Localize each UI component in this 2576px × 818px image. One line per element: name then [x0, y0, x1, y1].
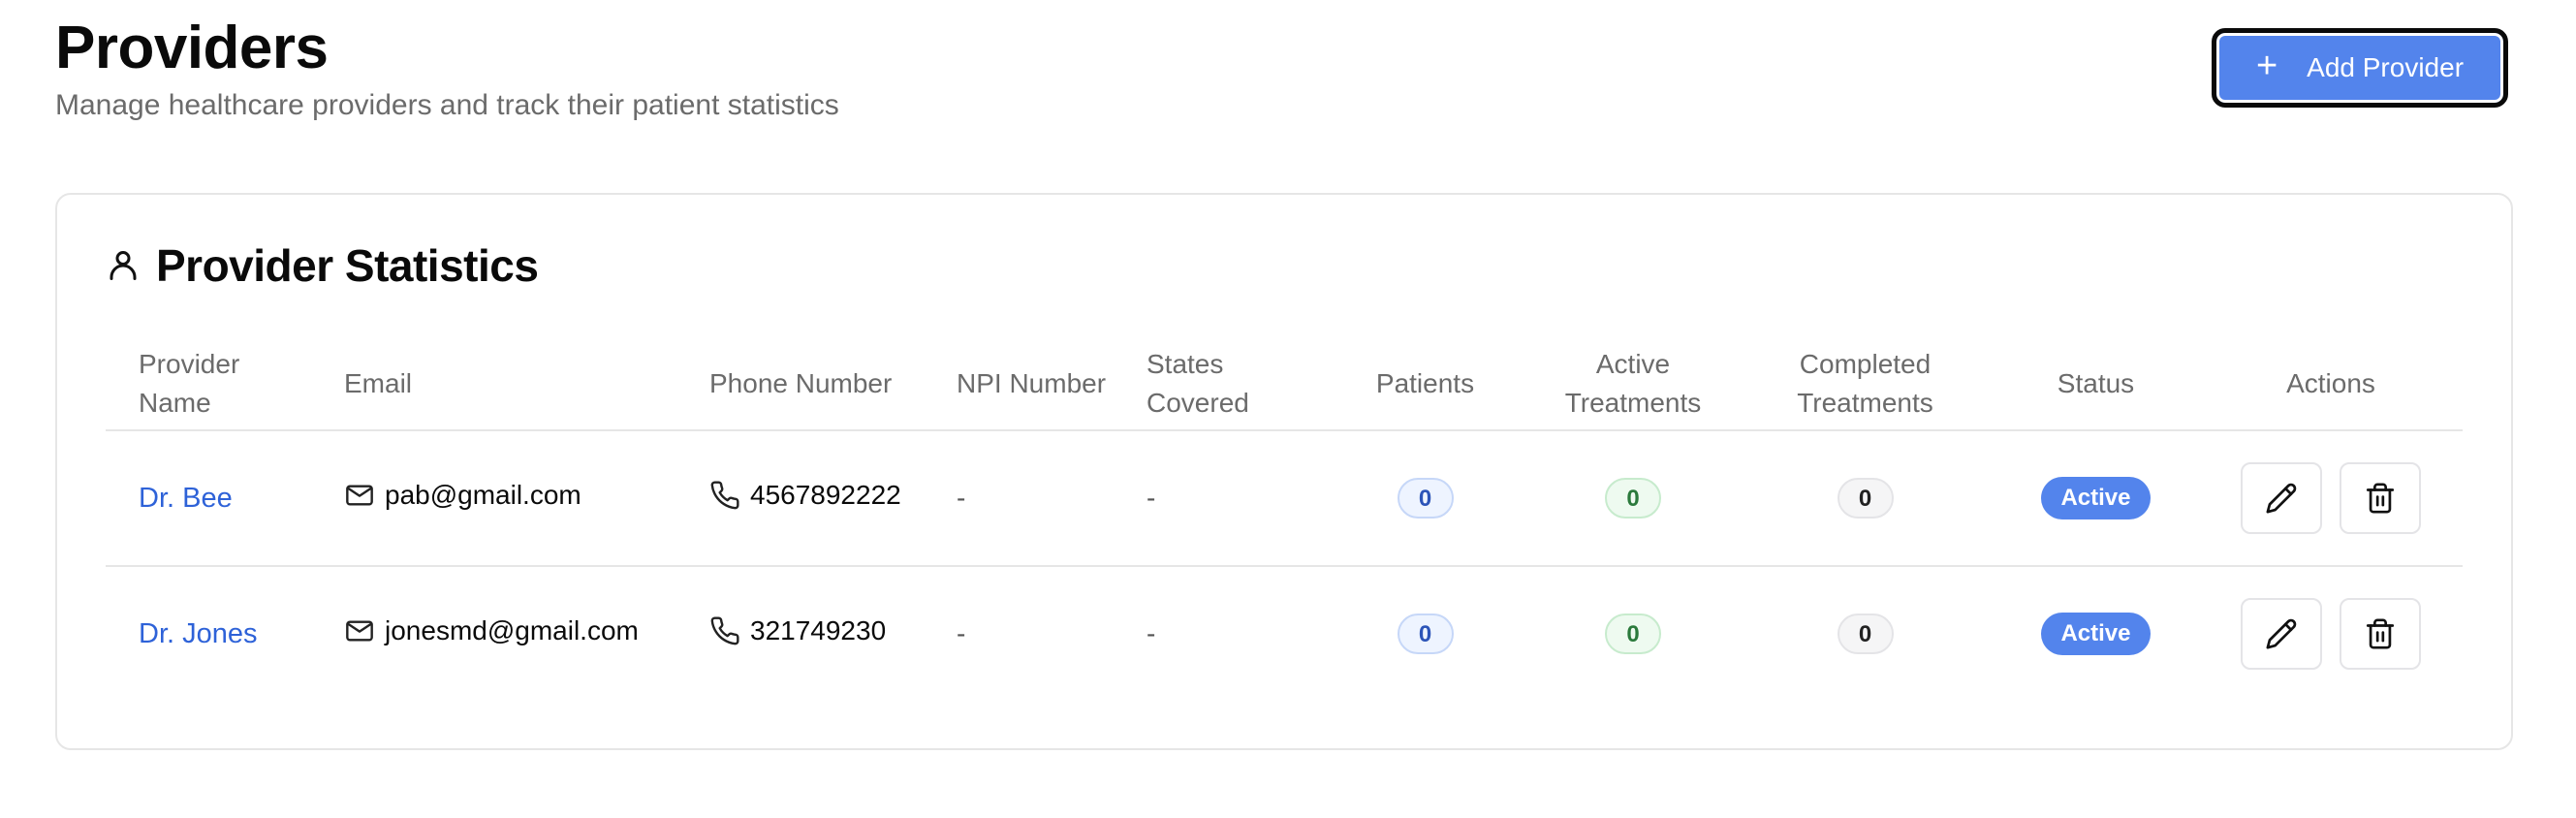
mail-icon [346, 619, 373, 642]
column-header-actions: Actions [2199, 338, 2463, 431]
phone-icon [710, 615, 739, 645]
trash-icon [2366, 618, 2395, 649]
column-header-phone: Phone Number [676, 338, 945, 431]
completed-treatments-badge: 0 [1837, 478, 1894, 519]
active-treatments-badge: 0 [1605, 478, 1661, 519]
provider-statistics-card: Provider Statistics Provider Name Email … [55, 193, 2513, 750]
column-header-completed-treatments: Completed Treatments [1738, 338, 1993, 431]
trash-icon [2366, 483, 2395, 514]
provider-phone: 4567892222 [750, 479, 901, 510]
card-header: Provider Statistics [106, 239, 539, 292]
mail-icon [346, 484, 373, 506]
page-title: Providers [55, 15, 329, 81]
provider-states: - [1135, 430, 1322, 567]
column-header-provider-name: Provider Name [106, 338, 311, 431]
provider-email: pab@gmail.com [385, 479, 581, 510]
column-header-active-treatments: Active Treatments [1528, 338, 1738, 431]
column-header-status: Status [1993, 338, 2199, 431]
delete-provider-button[interactable] [2340, 462, 2421, 534]
provider-email: jonesmd@gmail.com [385, 614, 639, 645]
column-header-npi: NPI Number [945, 338, 1135, 431]
provider-npi: - [945, 430, 1135, 567]
completed-treatments-badge: 0 [1837, 614, 1894, 654]
plus-icon: + [2255, 46, 2278, 86]
phone-icon [710, 480, 739, 509]
edit-provider-button[interactable] [2241, 462, 2322, 534]
patients-count-badge: 0 [1397, 614, 1454, 654]
table-row: Dr. Bee pab@gmail.com 4567892222 - - 0 0… [106, 430, 2463, 567]
user-icon [110, 251, 137, 280]
pencil-icon [2266, 483, 2297, 514]
column-header-email: Email [311, 338, 676, 431]
card-title: Provider Statistics [156, 240, 539, 291]
column-header-patients: Patients [1322, 338, 1528, 431]
add-provider-button[interactable]: + Add Provider [2212, 28, 2508, 108]
active-treatments-badge: 0 [1605, 614, 1661, 654]
status-badge: Active [2041, 477, 2151, 519]
pencil-icon [2266, 618, 2297, 649]
status-badge: Active [2041, 613, 2151, 655]
provider-states: - [1147, 618, 1156, 648]
providers-table: Provider Name Email Phone Number NPI Num… [106, 338, 2463, 701]
edit-provider-button[interactable] [2241, 598, 2322, 670]
table-header-row: Provider Name Email Phone Number NPI Num… [106, 338, 2463, 431]
delete-provider-button[interactable] [2340, 598, 2421, 670]
add-provider-label: Add Provider [2307, 52, 2465, 82]
patients-count-badge: 0 [1397, 478, 1454, 519]
provider-name-link[interactable]: Dr. Bee [139, 483, 233, 514]
table-row: Dr. Jones jonesmd@gmail.com 321749230 - … [106, 566, 2463, 701]
provider-npi: - [957, 618, 966, 648]
provider-phone: 321749230 [750, 614, 887, 645]
column-header-states: States Covered [1135, 338, 1322, 431]
provider-name-link[interactable]: Dr. Jones [139, 618, 258, 649]
page-subtitle: Manage healthcare providers and track th… [55, 89, 839, 121]
